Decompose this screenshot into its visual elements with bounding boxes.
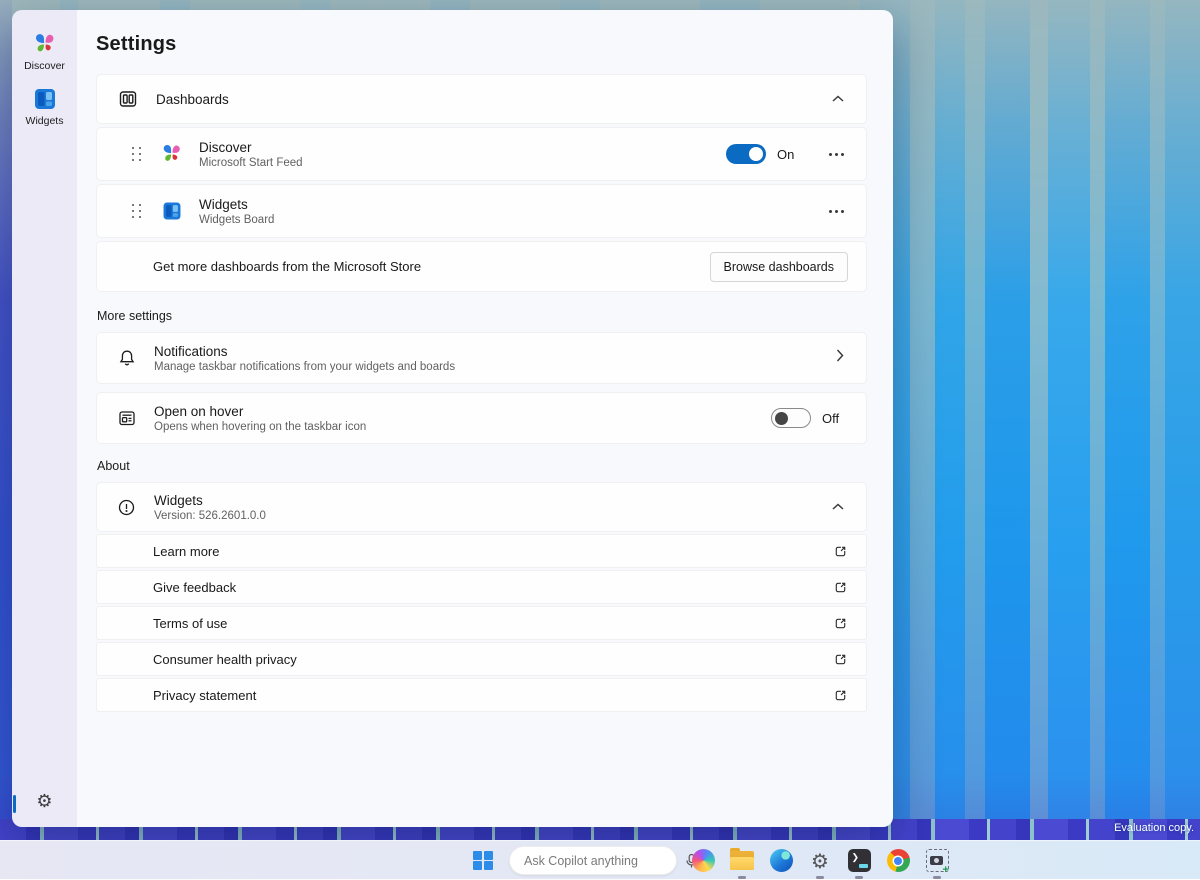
row-title: Discover bbox=[199, 140, 303, 155]
browse-dashboards-button[interactable]: Browse dashboards bbox=[710, 252, 848, 282]
external-link-icon[interactable] bbox=[833, 652, 848, 667]
about-link-row[interactable]: Privacy statement bbox=[96, 678, 867, 712]
link-label: Privacy statement bbox=[153, 688, 256, 703]
taskbar-search[interactable] bbox=[509, 846, 677, 875]
edge-button[interactable] bbox=[768, 848, 794, 874]
file-explorer-button[interactable] bbox=[729, 848, 755, 874]
link-label: Give feedback bbox=[153, 580, 236, 595]
more-options-icon[interactable] bbox=[825, 147, 848, 162]
file-explorer-icon bbox=[730, 851, 754, 870]
discover-logo-icon bbox=[160, 142, 184, 166]
about-link-row[interactable]: Terms of use bbox=[96, 606, 867, 640]
discover-toggle[interactable] bbox=[726, 144, 766, 164]
snipping-tool-icon: + bbox=[926, 849, 949, 872]
widgets-settings-window: Discover Widgets ⚙ Settings bbox=[12, 10, 893, 827]
chrome-button[interactable] bbox=[885, 848, 911, 874]
row-title: Open on hover bbox=[154, 404, 366, 419]
dashboards-header[interactable]: Dashboards bbox=[96, 74, 867, 124]
copilot-button[interactable] bbox=[690, 848, 716, 874]
chevron-right-icon[interactable] bbox=[832, 345, 848, 371]
chevron-up-icon[interactable] bbox=[828, 86, 848, 112]
start-icon bbox=[473, 851, 493, 871]
settings-button[interactable]: ⚙ bbox=[807, 848, 833, 874]
more-options-icon[interactable] bbox=[825, 204, 848, 219]
drag-handle-icon[interactable] bbox=[131, 146, 142, 162]
bell-icon bbox=[117, 348, 137, 368]
about-version: Version: 526.2601.0.0 bbox=[154, 510, 266, 522]
chrome-icon bbox=[887, 849, 910, 872]
about-link-row[interactable]: Give feedback bbox=[96, 570, 867, 604]
running-indicator bbox=[816, 876, 824, 879]
sidebar-item-label: Widgets bbox=[26, 115, 64, 127]
about-link-row[interactable]: Learn more bbox=[96, 534, 867, 568]
discover-logo-icon bbox=[32, 31, 58, 57]
search-input[interactable] bbox=[524, 854, 685, 868]
widgets-sidebar: Discover Widgets ⚙ bbox=[12, 10, 77, 827]
link-label: Terms of use bbox=[153, 616, 227, 631]
about-link-row[interactable]: Consumer health privacy bbox=[96, 642, 867, 676]
toggle-state-label: Off bbox=[822, 411, 848, 426]
about-header-row[interactable]: Widgets Version: 526.2601.0.0 bbox=[96, 482, 867, 532]
toggle-state-label: On bbox=[777, 147, 803, 162]
sidebar-item-label: Discover bbox=[24, 60, 65, 72]
edge-icon bbox=[770, 849, 793, 872]
link-label: Learn more bbox=[153, 544, 219, 559]
gear-icon: ⚙ bbox=[36, 793, 52, 811]
taskbar: ⚙ + bbox=[0, 840, 1200, 879]
terminal-icon bbox=[848, 849, 871, 872]
widgets-logo-icon bbox=[160, 199, 184, 223]
row-title: Notifications bbox=[154, 344, 455, 359]
dashboards-footer-row: Get more dashboards from the Microsoft S… bbox=[96, 241, 867, 292]
start-button[interactable] bbox=[470, 848, 496, 874]
info-icon bbox=[117, 498, 136, 517]
get-more-dashboards-text: Get more dashboards from the Microsoft S… bbox=[153, 259, 421, 274]
row-subtitle: Opens when hovering on the taskbar icon bbox=[154, 421, 366, 433]
settings-panel: Settings Dashboards bbox=[77, 10, 893, 827]
sidebar-item-discover[interactable]: Discover bbox=[12, 24, 77, 79]
row-subtitle: Microsoft Start Feed bbox=[199, 157, 303, 169]
external-link-icon[interactable] bbox=[833, 544, 848, 559]
row-subtitle: Widgets Board bbox=[199, 214, 274, 226]
snipping-tool-button[interactable]: + bbox=[924, 848, 950, 874]
dashboard-row-discover: Discover Microsoft Start Feed On bbox=[96, 127, 867, 181]
open-on-hover-toggle[interactable] bbox=[771, 408, 811, 428]
row-subtitle: Manage taskbar notifications from your w… bbox=[154, 361, 455, 373]
board-icon bbox=[117, 408, 137, 428]
running-indicator bbox=[738, 876, 746, 879]
sidebar-settings-button[interactable]: ⚙ bbox=[12, 783, 77, 827]
running-indicator bbox=[855, 876, 863, 879]
chevron-up-icon[interactable] bbox=[828, 494, 848, 520]
about-title: Widgets bbox=[154, 493, 266, 508]
about-label: About bbox=[97, 459, 867, 473]
dashboards-title: Dashboards bbox=[156, 92, 229, 107]
drag-handle-icon[interactable] bbox=[131, 203, 142, 219]
row-title: Widgets bbox=[199, 197, 274, 212]
sidebar-item-widgets[interactable]: Widgets bbox=[12, 79, 77, 134]
selection-indicator bbox=[13, 795, 16, 813]
dashboards-icon bbox=[117, 88, 139, 110]
copilot-icon bbox=[692, 849, 715, 872]
running-indicator bbox=[933, 876, 941, 879]
evaluation-watermark: Evaluation copy. bbox=[1114, 822, 1194, 834]
more-settings-label: More settings bbox=[97, 309, 867, 323]
external-link-icon[interactable] bbox=[833, 580, 848, 595]
external-link-icon[interactable] bbox=[833, 616, 848, 631]
open-on-hover-row: Open on hover Opens when hovering on the… bbox=[96, 392, 867, 444]
page-title: Settings bbox=[96, 33, 867, 56]
dashboard-row-widgets: Widgets Widgets Board bbox=[96, 184, 867, 238]
widgets-logo-icon bbox=[32, 86, 58, 112]
external-link-icon[interactable] bbox=[833, 688, 848, 703]
settings-gear-icon: ⚙ bbox=[811, 851, 829, 871]
terminal-button[interactable] bbox=[846, 848, 872, 874]
notifications-row[interactable]: Notifications Manage taskbar notificatio… bbox=[96, 332, 867, 384]
link-label: Consumer health privacy bbox=[153, 652, 297, 667]
